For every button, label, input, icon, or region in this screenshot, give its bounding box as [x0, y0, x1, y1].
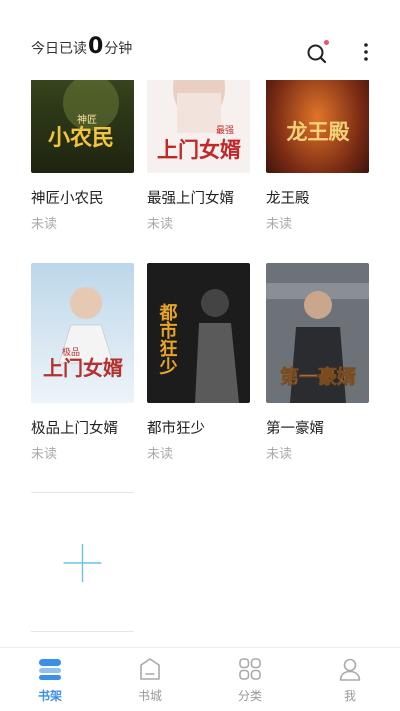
- svg-text:极品: 极品: [62, 346, 80, 358]
- book-title: 龙王殿: [266, 191, 310, 207]
- book-item[interactable]: 上门女婿 极品 极品上门女婿 未读: [31, 263, 135, 463]
- svg-text:都市狂少: 都市狂少: [157, 303, 179, 375]
- nav-item-bookshelf[interactable]: 书架: [0, 648, 100, 711]
- nav-item-category[interactable]: 分类: [200, 648, 300, 711]
- svg-text:上门女婿: 上门女婿: [43, 356, 123, 380]
- book-title: 极品上门女婿: [31, 421, 118, 437]
- nav-label: 我: [343, 689, 356, 703]
- svg-text:龙王殿: 龙王殿: [287, 119, 351, 144]
- read-status: 未读: [31, 447, 58, 462]
- book-item[interactable]: 都市狂少 都市狂少 未读: [147, 263, 251, 463]
- plus-icon: [63, 544, 102, 582]
- add-book-button[interactable]: [31, 492, 134, 632]
- book-item[interactable]: 第一豪婿 第一豪婿 未读: [266, 263, 370, 463]
- more-vertical-icon: [364, 43, 368, 61]
- read-status: 未读: [266, 447, 293, 462]
- read-status: 未读: [31, 217, 58, 232]
- today-read-time: 今日已读 0 分钟: [31, 36, 132, 64]
- svg-text:最强: 最强: [216, 125, 234, 136]
- app-header: 今日已读 0 分钟: [0, 0, 400, 80]
- notification-dot: [324, 40, 329, 45]
- bookstore-icon: [140, 658, 160, 680]
- read-time-prefix: 今日已读: [31, 41, 87, 57]
- more-menu-button[interactable]: [356, 40, 376, 66]
- nav-item-bookstore[interactable]: 书城: [100, 648, 200, 711]
- read-status: 未读: [147, 447, 174, 462]
- book-cover[interactable]: 都市狂少: [147, 263, 250, 403]
- search-button[interactable]: [304, 40, 330, 66]
- svg-text:小农民: 小农民: [48, 125, 114, 151]
- nav-label: 书城: [137, 689, 162, 703]
- svg-text:第一豪婿: 第一豪婿: [280, 365, 357, 388]
- book-cover[interactable]: 第一豪婿: [266, 263, 369, 403]
- profile-icon: [339, 658, 361, 681]
- read-status: 未读: [147, 217, 174, 232]
- read-status: 未读: [266, 217, 293, 232]
- nav-item-profile[interactable]: 我: [300, 648, 400, 711]
- book-title: 最强上门女婿: [147, 191, 234, 207]
- book-title: 神匠小农民: [31, 191, 104, 207]
- book-title: 都市狂少: [147, 421, 205, 437]
- category-icon: [239, 658, 261, 680]
- bottom-nav: 书架 书城 分类 我: [0, 647, 400, 711]
- book-title: 第一豪婿: [266, 421, 324, 437]
- read-time-suffix: 分钟: [104, 41, 133, 57]
- nav-label: 书架: [37, 689, 62, 703]
- svg-text:神匠: 神匠: [77, 113, 97, 126]
- nav-label: 分类: [237, 689, 262, 703]
- book-cover[interactable]: 上门女婿 极品: [31, 263, 134, 403]
- bookshelf-icon: [39, 659, 61, 680]
- read-minutes: 0: [88, 34, 104, 59]
- svg-text:上门女婿: 上门女婿: [157, 137, 241, 162]
